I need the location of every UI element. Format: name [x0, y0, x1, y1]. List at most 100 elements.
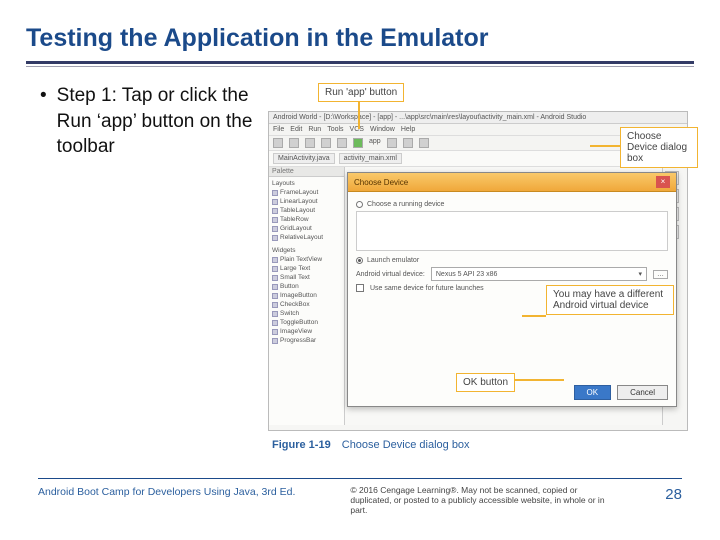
editor-tab-layout[interactable]: activity_main.xml	[339, 153, 402, 164]
palette-item-relative[interactable]: RelativeLayout	[272, 233, 341, 242]
widget-icon	[272, 257, 278, 263]
palette-item-label: GridLayout	[280, 225, 312, 232]
palette-group-label-layouts: Layouts	[272, 179, 341, 188]
title-rule-thick	[26, 61, 694, 64]
palette-item-table[interactable]: TableLayout	[272, 206, 341, 215]
palette-group-label-widgets: Widgets	[272, 246, 341, 255]
menu-tools[interactable]: Tools	[327, 126, 343, 133]
content-row: • Step 1: Tap or click the Run ‘app’ but…	[0, 79, 720, 160]
callout-ok-button: OK button	[456, 373, 515, 392]
avd-label: Android virtual device:	[356, 271, 425, 278]
widget-icon	[272, 275, 278, 281]
save-icon[interactable]	[289, 138, 299, 148]
palette-panel: Palette Layouts FrameLayout LinearLayout…	[269, 167, 345, 425]
footer-rule	[38, 478, 682, 479]
callout-run-app: Run 'app' button	[318, 83, 404, 102]
debug-icon[interactable]	[387, 138, 397, 148]
ellipsis-button[interactable]: …	[653, 270, 668, 279]
option-running-device[interactable]: Choose a running device	[356, 201, 668, 208]
widget-icon	[272, 302, 278, 308]
palette-item-label: ImageView	[280, 328, 312, 335]
palette-item-imagebutton[interactable]: ImageButton	[272, 291, 341, 300]
widget-icon	[272, 338, 278, 344]
title-rule-thin	[26, 66, 694, 67]
cancel-button[interactable]: Cancel	[617, 385, 668, 400]
layout-icon	[272, 235, 278, 241]
palette-item-textview[interactable]: Plain TextView	[272, 255, 341, 264]
palette-item-frame[interactable]: FrameLayout	[272, 188, 341, 197]
widget-icon	[272, 293, 278, 299]
paste-icon[interactable]	[337, 138, 347, 148]
menu-vcs[interactable]: VCS	[350, 126, 364, 133]
callout-line-ok	[510, 379, 564, 381]
palette-item-checkbox[interactable]: CheckBox	[272, 300, 341, 309]
cut-icon[interactable]	[305, 138, 315, 148]
palette-widgets-group: Widgets Plain TextView Large Text Small …	[269, 244, 344, 347]
chevron-down-icon: ▾	[638, 270, 642, 278]
palette-item-tablerow[interactable]: TableRow	[272, 215, 341, 224]
palette-item-linear[interactable]: LinearLayout	[272, 197, 341, 206]
palette-item-label: FrameLayout	[280, 189, 318, 196]
copy-icon[interactable]	[321, 138, 331, 148]
avd-selected: Nexus 5 API 23 x86	[436, 271, 497, 278]
palette-item-imageview[interactable]: ImageView	[272, 327, 341, 336]
menu-run[interactable]: Run	[308, 126, 321, 133]
ide-titlebar: Android World - [D:\Workspace] - [app] -…	[269, 112, 687, 124]
palette-item-label: TableLayout	[280, 207, 315, 214]
slide-footer: Android Boot Camp for Developers Using J…	[0, 486, 720, 515]
ok-button[interactable]: OK	[574, 385, 612, 400]
avd-dropdown[interactable]: Nexus 5 API 23 x86 ▾	[431, 267, 647, 281]
layout-icon	[272, 208, 278, 214]
callout-line-avd	[522, 315, 546, 317]
palette-item-smalltext[interactable]: Small Text	[272, 273, 341, 282]
callout-line-run-app	[358, 101, 360, 129]
checkbox-icon	[356, 284, 364, 292]
option-running-label: Choose a running device	[367, 201, 444, 208]
widget-icon	[272, 284, 278, 290]
menu-file[interactable]: File	[273, 126, 284, 133]
bullet-column: • Step 1: Tap or click the Run ‘app’ but…	[40, 83, 260, 160]
avd-manager-icon[interactable]	[403, 138, 413, 148]
palette-item-switch[interactable]: Switch	[272, 309, 341, 318]
same-device-label: Use same device for future launches	[370, 285, 484, 292]
palette-item-largetext[interactable]: Large Text	[272, 264, 341, 273]
footer-copyright: © 2016 Cengage Learning®. May not be sca…	[350, 486, 610, 515]
palette-item-grid[interactable]: GridLayout	[272, 224, 341, 233]
slide-title: Testing the Application in the Emulator	[0, 0, 720, 61]
palette-item-progress[interactable]: ProgressBar	[272, 336, 341, 345]
option-launch-emulator[interactable]: Launch emulator	[356, 257, 668, 264]
menu-edit[interactable]: Edit	[290, 126, 302, 133]
radio-icon	[356, 257, 363, 264]
sdk-manager-icon[interactable]	[419, 138, 429, 148]
footer-book-title: Android Boot Camp for Developers Using J…	[38, 486, 295, 498]
layout-icon	[272, 217, 278, 223]
run-app-icon[interactable]	[353, 138, 363, 148]
callout-line-choose-device	[590, 145, 620, 147]
palette-item-label: Switch	[280, 310, 299, 317]
palette-item-button[interactable]: Button	[272, 282, 341, 291]
figure-number: Figure 1-19	[272, 439, 331, 451]
palette-item-label: RelativeLayout	[280, 234, 323, 241]
bullet-dot: •	[40, 83, 57, 160]
palette-item-label: Plain TextView	[280, 256, 322, 263]
dialog-title-text: Choose Device	[354, 178, 408, 187]
widget-icon	[272, 266, 278, 272]
editor-tab-main[interactable]: MainActivity.java	[273, 153, 335, 164]
layout-icon	[272, 226, 278, 232]
layout-icon	[272, 190, 278, 196]
footer-page-number: 28	[665, 486, 682, 503]
close-icon[interactable]: ×	[656, 176, 670, 188]
palette-item-label: ToggleButton	[280, 319, 318, 326]
open-icon[interactable]	[273, 138, 283, 148]
run-config-name: app	[369, 138, 381, 148]
widget-icon	[272, 329, 278, 335]
palette-header: Palette	[269, 167, 344, 177]
menu-window[interactable]: Window	[370, 126, 395, 133]
palette-item-toggle[interactable]: ToggleButton	[272, 318, 341, 327]
callout-choose-device: Choose Device dialog box	[620, 127, 698, 168]
menu-help[interactable]: Help	[401, 126, 415, 133]
callout-avd-differs: You may have a different Android virtual…	[546, 285, 674, 315]
avd-row: Android virtual device: Nexus 5 API 23 x…	[356, 267, 668, 281]
running-device-list[interactable]	[356, 211, 668, 251]
palette-item-label: ProgressBar	[280, 337, 316, 344]
